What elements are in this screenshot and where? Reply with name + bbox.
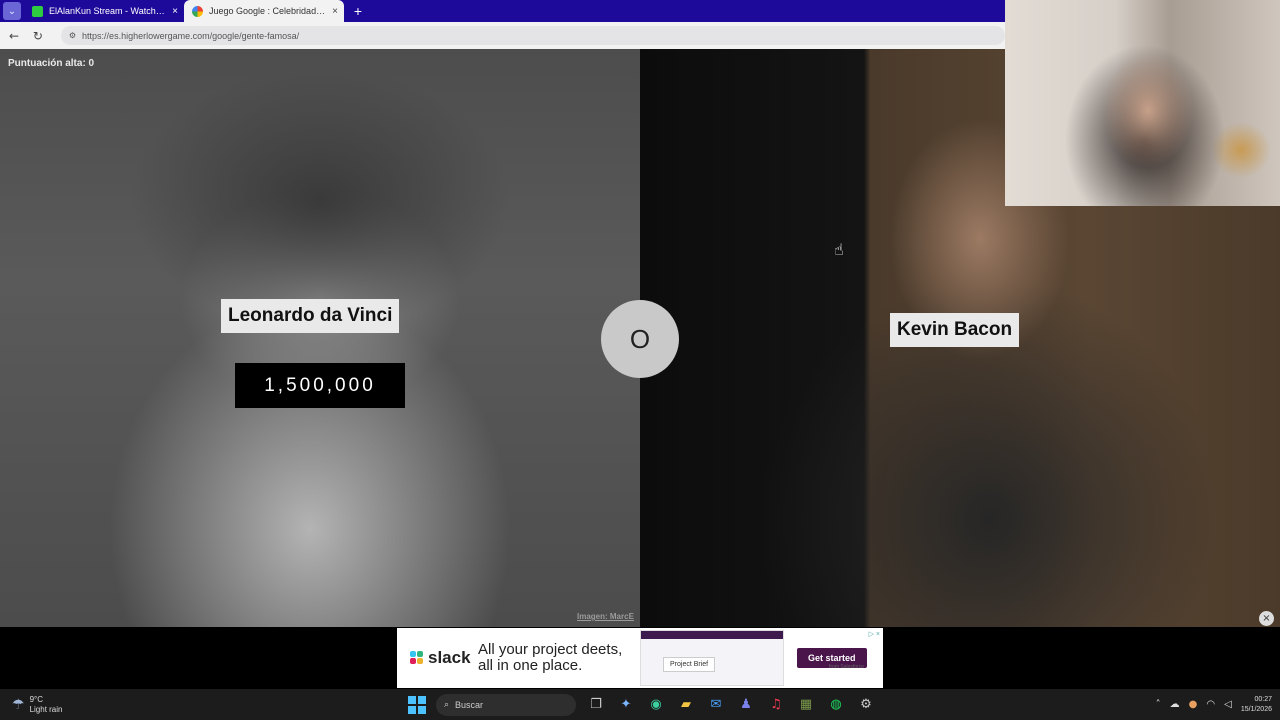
brand-subtitle: from Salesforce <box>829 664 865 670</box>
windows-start-icon[interactable] <box>408 695 426 714</box>
site-info-icon[interactable]: ⚙ <box>69 31 76 40</box>
ad-preview-image: Project Brief <box>640 630 784 686</box>
itunes-icon[interactable]: ♫ <box>766 695 786 715</box>
rain-cloud-icon: ☂ <box>12 696 25 713</box>
image-credit-link[interactable]: Imagen: MarcE <box>577 612 634 621</box>
task-view-icon[interactable]: ❐ <box>586 695 606 715</box>
chevron-up-icon[interactable]: ˄ <box>1156 699 1161 710</box>
copilot-icon[interactable]: ✦ <box>616 695 636 715</box>
onedrive-icon[interactable]: ☁ <box>1170 699 1180 710</box>
hand-cursor-icon: ☝ <box>834 240 844 259</box>
date: 15/1/2026 <box>1240 705 1272 713</box>
chevron-down-icon: ⌄ <box>3 2 21 20</box>
mail-icon[interactable]: ✉ <box>706 695 726 715</box>
screen: ⌄ ElAlanKun Stream - Watch Live on × Jue… <box>0 0 1280 720</box>
slack-logo: slack <box>410 648 471 668</box>
slack-mark-icon <box>410 651 424 665</box>
high-score: Puntuación alta: 0 <box>8 58 95 69</box>
edge-browser-icon[interactable]: ◉ <box>646 695 666 715</box>
tab-higher-lower-game[interactable]: Juego Google : Celebridad - ¿Qui × <box>184 0 344 22</box>
tab-stream[interactable]: ElAlanKun Stream - Watch Live on × <box>24 0 184 22</box>
close-icon[interactable]: × <box>172 6 178 17</box>
file-explorer-icon[interactable]: ▰ <box>676 695 696 715</box>
new-tab-button[interactable]: + <box>344 0 372 22</box>
volume-icon[interactable]: ◁ <box>1224 699 1232 710</box>
kick-favicon-icon <box>32 5 43 17</box>
reload-button[interactable]: ↻ <box>31 29 45 43</box>
system-tray: ˄ ☁ ● ◠ ◁ 00:27 15/1/2026 <box>1156 689 1272 720</box>
teams-icon[interactable]: ♟ <box>736 695 756 715</box>
url-text: https://es.higherlowergame.com/google/ge… <box>82 30 300 41</box>
adchoices-icon[interactable]: ▷ × <box>869 630 880 638</box>
tab-title: ElAlanKun Stream - Watch Live on <box>49 6 166 16</box>
left-celebrity-name: Leonardo da Vinci <box>223 301 398 331</box>
or-badge: O <box>601 300 679 378</box>
close-icon[interactable]: × <box>332 6 338 17</box>
tab-menu-button[interactable]: ⌄ <box>0 0 24 22</box>
taskbar-apps: ⌕ Buscar ❐ ✦ ◉ ▰ ✉ ♟ ♫ ▦ ◍ ⚙ <box>408 689 876 720</box>
left-search-count: 1,500,000 <box>235 363 405 408</box>
close-icon[interactable]: × <box>1259 611 1274 626</box>
search-placeholder: Buscar <box>455 699 484 710</box>
spotify-icon[interactable]: ◍ <box>826 695 846 715</box>
time: 00:27 <box>1254 695 1272 703</box>
browser-tab-bar: ⌄ ElAlanKun Stream - Watch Live on × Jue… <box>0 0 1005 22</box>
ad-headline: All your project deets, all in one place… <box>478 641 623 674</box>
windows-taskbar: ☂ 9°C Light rain ⌕ Buscar ❐ ✦ ◉ ▰ ✉ ♟ ♫ … <box>0 689 1280 720</box>
brand-name: slack <box>428 648 471 667</box>
tab-title: Juego Google : Celebridad - ¿Qui <box>209 6 326 16</box>
settings-gear-icon[interactable]: ⚙ <box>856 695 876 715</box>
search-icon: ⌕ <box>444 699 450 710</box>
taskbar-search[interactable]: ⌕ Buscar <box>436 693 576 716</box>
url-field[interactable]: ⚙ https://es.higherlowergame.com/google/… <box>60 26 1005 45</box>
back-button[interactable]: ← <box>7 29 21 43</box>
slack-banner-ad[interactable]: slack from Salesforce All your project d… <box>397 628 883 688</box>
webcam-overlay <box>1005 0 1280 206</box>
weather-text: Light rain <box>29 704 63 714</box>
wifi-icon[interactable]: ◠ <box>1206 699 1215 710</box>
right-celebrity-name: Kevin Bacon <box>892 315 1018 345</box>
weather-widget[interactable]: ☂ 9°C Light rain <box>12 695 112 715</box>
clock[interactable]: 00:27 15/1/2026 <box>1241 695 1272 715</box>
google-favicon-icon <box>192 5 203 17</box>
preview-header <box>641 631 783 639</box>
minecraft-icon[interactable]: ▦ <box>796 695 816 715</box>
left-celebrity-image <box>0 49 640 627</box>
doc-card: Project Brief <box>663 657 716 672</box>
temperature: 9°C <box>29 694 43 704</box>
address-bar: ← ↻ ⚙ https://es.higherlowergame.com/goo… <box>0 22 1005 49</box>
microphone-icon[interactable]: ● <box>1189 699 1198 710</box>
